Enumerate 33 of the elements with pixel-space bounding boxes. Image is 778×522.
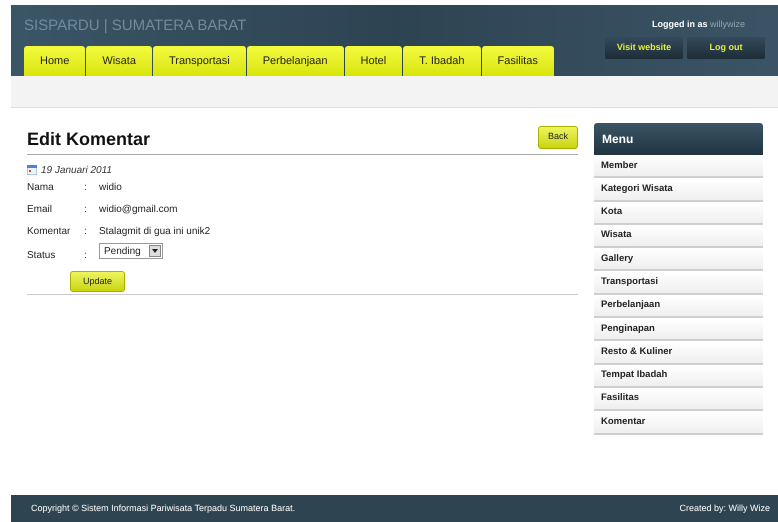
update-button[interactable]: Update xyxy=(70,271,126,292)
page-title: Edit Komentar xyxy=(27,128,150,150)
field-label: Komentar xyxy=(27,224,72,238)
menu-item[interactable]: Kota xyxy=(594,202,763,225)
field-value: Stalagmit di gua ini unik2 xyxy=(99,224,210,238)
nav-tab[interactable]: Wisata xyxy=(86,46,152,76)
back-button[interactable]: Back xyxy=(538,126,578,148)
field-separator: : xyxy=(84,202,88,216)
credit-text: Created by: Willy Wize xyxy=(679,502,770,515)
field-label: Email xyxy=(27,202,54,216)
field-separator: : xyxy=(84,248,88,262)
nav-tab[interactable]: T. Ibadah xyxy=(403,46,480,76)
copyright-text: Copyright © Sistem Informasi Pariwisata Terpadu Sumatera Barat. xyxy=(31,502,296,515)
logout-button[interactable]: Log out xyxy=(687,36,765,58)
site-title: SISPARDU | SUMATERA BARAT xyxy=(24,16,248,36)
calendar-icon xyxy=(27,165,37,175)
field-value: widio xyxy=(99,180,122,194)
nav-tab[interactable]: Home xyxy=(24,46,86,76)
nav-tab[interactable]: Perbelanjaan xyxy=(246,46,344,76)
field-separator: : xyxy=(84,180,88,194)
nav-tab[interactable]: Fasilitas xyxy=(482,46,554,76)
menu-header: Menu xyxy=(594,123,763,155)
nav-tab[interactable]: Hotel xyxy=(344,46,402,76)
nav-tab[interactable]: Transportasi xyxy=(152,46,246,76)
visit-website-button[interactable]: Visit website xyxy=(605,36,683,58)
login-status: Logged in as willywize xyxy=(652,18,745,31)
comment-date: 19 Januari 2011 xyxy=(41,164,112,178)
field-separator: : xyxy=(84,224,88,238)
menu-item[interactable]: Tempat Ibadah xyxy=(594,364,763,388)
status-select[interactable]: Pending xyxy=(99,243,163,259)
field-label: Status xyxy=(27,248,56,262)
field-value: widio@gmail.com xyxy=(99,202,178,216)
field-label: Nama xyxy=(27,180,55,194)
